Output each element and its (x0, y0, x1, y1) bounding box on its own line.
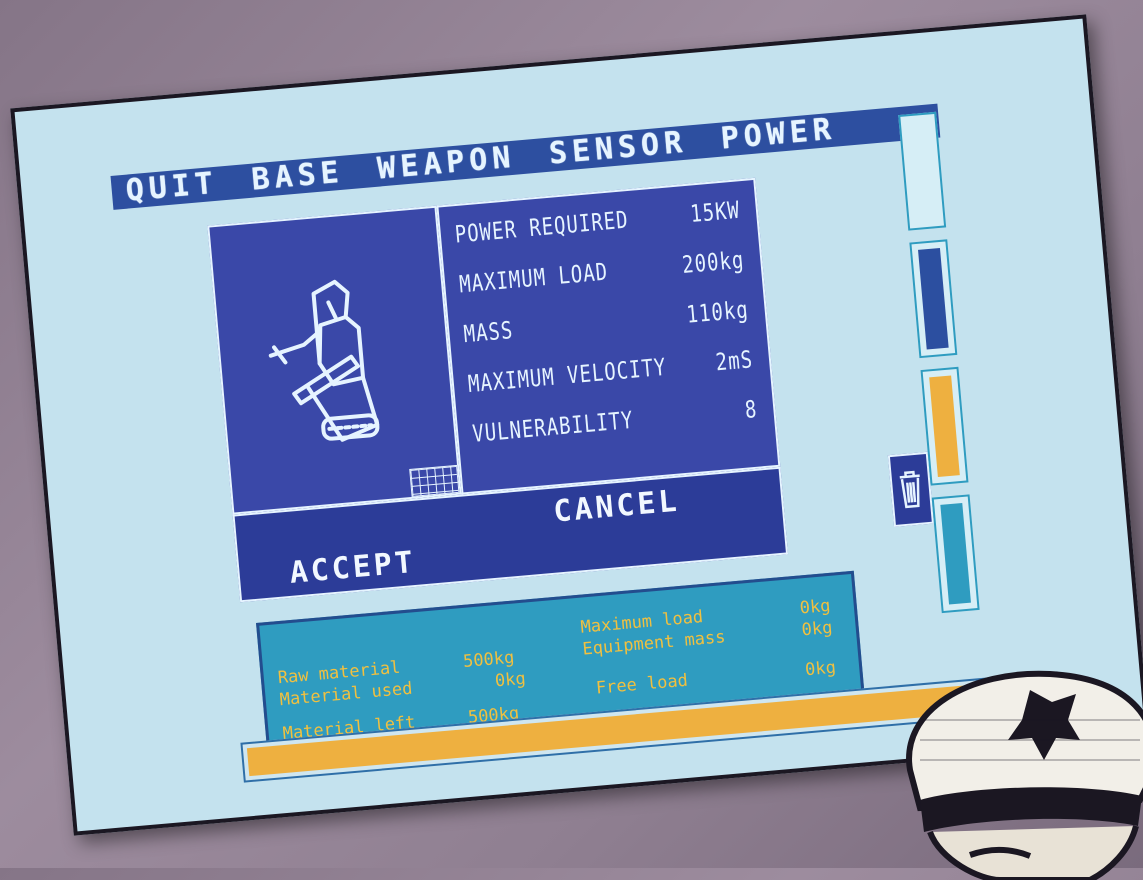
accept-button[interactable]: ACCEPT (288, 545, 417, 591)
slot-fill (906, 120, 938, 222)
stat-value: 15KW (689, 196, 742, 229)
side-slot-cyan[interactable] (931, 494, 980, 614)
slot-fill (940, 502, 971, 605)
captain-portrait (906, 670, 1143, 880)
unit-stats-panel: POWER REQUIRED 15KW MAXIMUM LOAD 200kg M… (436, 177, 781, 495)
stat-label: MASS (462, 316, 515, 349)
trash-icon[interactable] (887, 451, 934, 528)
trash-glyph (899, 470, 920, 509)
menu-sensor[interactable]: SENSOR (548, 125, 689, 172)
cancel-button[interactable]: CANCEL (552, 484, 681, 530)
menu-quit[interactable]: QUIT (124, 166, 219, 209)
equipment-mass-value: 0kg (800, 617, 834, 641)
grid-icon[interactable] (409, 464, 460, 497)
stat-value: 2mS (714, 345, 755, 377)
material-used-value: 0kg (494, 668, 527, 692)
stat-value: 110kg (685, 296, 750, 329)
unit-preview-panel (207, 205, 462, 515)
free-load-label: Free load (595, 670, 689, 699)
slot-fill (929, 375, 960, 478)
side-slot-blue[interactable] (909, 239, 958, 359)
maximum-load-value: 0kg (798, 595, 832, 619)
stat-label: POWER REQUIRED (453, 206, 630, 249)
menu-power[interactable]: POWER (719, 112, 837, 157)
stat-value: 8 (743, 395, 759, 425)
menu-weapon[interactable]: WEAPON (376, 140, 517, 187)
menu-base[interactable]: BASE (250, 155, 345, 198)
slot-fill (918, 247, 949, 350)
free-load-value: 0kg (804, 657, 837, 681)
robot-unit-icon (268, 279, 380, 442)
stat-value: 200kg (681, 246, 746, 280)
top-menu-bar: QUIT BASE WEAPON SENSOR POWER (110, 103, 941, 210)
raw-material-value: 500kg (462, 647, 516, 673)
